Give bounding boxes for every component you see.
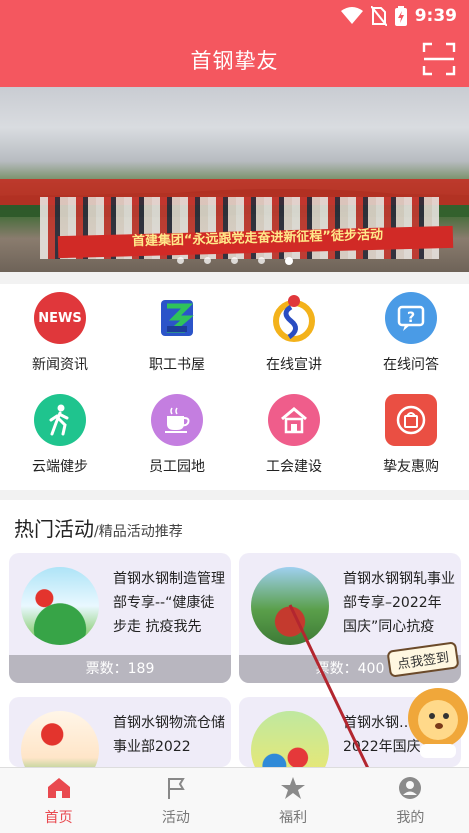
menu-item-union[interactable]: 工会建设 — [244, 394, 344, 484]
banner-dot-active[interactable] — [284, 257, 293, 265]
feature-menu: NEWS 新闻资讯 职工书屋 在线宣讲 ? 在线问答 云端健步 员工园地 工会建… — [0, 284, 469, 490]
profile-icon — [399, 777, 422, 799]
activity-thumbnail — [21, 711, 99, 767]
menu-item-qa[interactable]: ? 在线问答 — [361, 292, 461, 382]
activity-votes: 票数：189 — [9, 655, 231, 683]
banner-dot[interactable] — [203, 257, 211, 264]
tab-label: 首页 — [44, 810, 73, 826]
no-sim-icon — [370, 6, 387, 26]
scan-icon[interactable] — [422, 42, 456, 76]
battery-icon — [394, 6, 407, 26]
activity-title: 首钢水钢物流仓储事业部2022 — [113, 715, 225, 755]
menu-label: 新闻资讯 — [32, 357, 88, 373]
tab-home[interactable]: 首页 — [0, 768, 117, 833]
banner-dot[interactable] — [257, 257, 265, 264]
tab-welfare[interactable]: 福利 — [235, 768, 352, 833]
menu-item-lecture[interactable]: 在线宣讲 — [244, 292, 344, 382]
menu-label: 职工书屋 — [149, 357, 205, 373]
wifi-icon — [340, 7, 363, 24]
menu-label: 员工园地 — [149, 459, 205, 475]
shopping-icon — [385, 394, 437, 446]
menu-item-bookhouse[interactable]: 职工书屋 — [127, 292, 227, 382]
tab-activity[interactable]: 活动 — [117, 768, 234, 833]
tab-label: 我的 — [396, 810, 425, 826]
tab-mine[interactable]: 我的 — [352, 768, 469, 833]
tab-label: 活动 — [161, 810, 190, 826]
menu-item-garden[interactable]: 员工园地 — [127, 394, 227, 484]
coffee-icon — [151, 394, 203, 446]
menu-label: 在线宣讲 — [266, 357, 322, 373]
status-bar: 9:39 — [0, 0, 469, 33]
status-time: 9:39 — [414, 6, 457, 26]
app-header: 首钢挚友 — [0, 33, 469, 87]
book-house-icon — [151, 292, 203, 344]
section-subtitle: 精品活动推荐 — [98, 524, 183, 540]
news-icon: NEWS — [34, 292, 86, 344]
page-title: 首钢挚友 — [190, 49, 279, 73]
question-icon: ? — [385, 292, 437, 344]
banner-pagination — [0, 257, 469, 265]
banner-dot[interactable] — [230, 257, 238, 264]
walking-icon — [34, 394, 86, 446]
activity-title: 首钢水钢钢轧事业部专享–2022年国庆”同心抗疫 — [343, 571, 455, 635]
activity-card[interactable]: 首钢水钢制造管理部专享--“健康徒步走 抗疫我先 票数：189 — [9, 553, 231, 683]
menu-item-walk[interactable]: 云端健步 — [10, 394, 110, 484]
news-icon-text: NEWS — [38, 310, 82, 326]
bottom-tab-bar: 首页 活动 福利 我的 — [0, 767, 469, 833]
activity-thumbnail — [251, 567, 329, 645]
status-icons: 9:39 — [340, 5, 457, 27]
menu-label: 挚友惠购 — [383, 459, 439, 475]
menu-item-news[interactable]: NEWS 新闻资讯 — [10, 292, 110, 382]
banner-dot[interactable] — [176, 257, 184, 264]
menu-label: 工会建设 — [266, 459, 322, 475]
tab-label: 福利 — [279, 810, 308, 826]
menu-label: 在线问答 — [383, 357, 439, 373]
flag-icon — [167, 778, 185, 799]
activity-card[interactable]: 首钢水钢物流仓储事业部2022 — [9, 697, 231, 767]
activity-thumbnail — [21, 567, 99, 645]
star-icon — [281, 777, 306, 799]
section-title-main: 热门活动 — [14, 517, 94, 541]
svg-text:?: ? — [407, 310, 415, 326]
house-icon — [268, 394, 320, 446]
menu-label: 云端健步 — [32, 459, 88, 475]
home-icon — [47, 778, 70, 798]
activity-title: 首钢水钢制造管理部专享--“健康徒步走 抗疫我先 — [113, 571, 225, 635]
menu-item-shop[interactable]: 挚友惠购 — [361, 394, 461, 484]
section-title: 热门活动/精品活动推荐 — [14, 513, 183, 542]
lecture-icon — [268, 292, 320, 344]
activity-thumbnail — [251, 711, 329, 767]
